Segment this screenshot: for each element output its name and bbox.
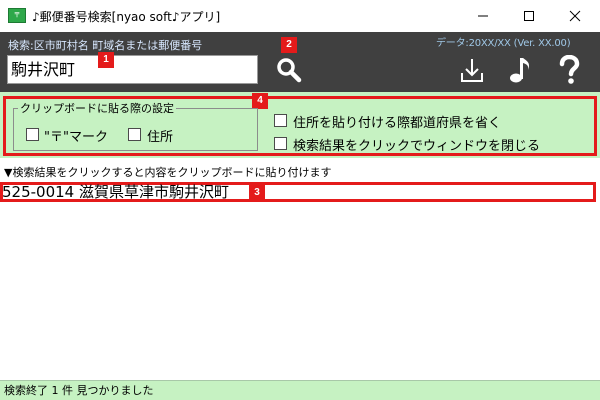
close-icon [569, 10, 581, 22]
address-checkbox-label: 住所 [147, 130, 174, 145]
close-button[interactable] [552, 0, 598, 32]
close-on-click-label: 検索結果をクリックでウィンドウを閉じる [293, 139, 541, 154]
search-input[interactable]: 駒井沢町 [7, 55, 258, 84]
clipboard-settings-title: クリップボードに貼る際の設定 [18, 100, 176, 116]
minimize-button[interactable] [460, 0, 506, 32]
maximize-button[interactable] [506, 0, 552, 32]
search-button[interactable] [273, 54, 305, 86]
omit-prefecture-checkbox[interactable] [274, 114, 287, 127]
download-icon [461, 59, 483, 82]
question-icon [559, 55, 580, 84]
help-button[interactable] [553, 54, 585, 86]
status-text: 検索終了 1 件 見つかりました [4, 384, 154, 397]
search-header: 検索:区市町村名 町域名または郵便番号 データ:20XX/XX (Ver. XX… [0, 32, 600, 92]
badge-3: 3 [249, 185, 265, 201]
close-on-click-checkbox[interactable] [274, 137, 287, 150]
mark-checkbox[interactable] [26, 128, 39, 141]
music-button[interactable] [504, 54, 536, 86]
omit-prefecture-label: 住所を貼り付ける際都道府県を省く [293, 116, 502, 131]
badge-2: 2 [281, 37, 297, 53]
title-bar: 〒 ♪郵便番号検索[nyao soft♪アプリ] [0, 0, 600, 32]
badge-4: 4 [252, 93, 268, 109]
music-note-icon [510, 58, 530, 83]
badge-1: 1 [98, 52, 114, 68]
address-checkbox[interactable] [128, 128, 141, 141]
minimize-icon [478, 15, 488, 17]
maximize-icon [524, 11, 534, 21]
result-item[interactable]: 525-0014 滋賀県草津市駒井沢町 [2, 183, 229, 201]
search-label: 検索:区市町村名 町域名または郵便番号 [8, 39, 203, 52]
download-button[interactable] [456, 54, 488, 86]
app-icon: 〒 [8, 8, 26, 23]
data-version: データ:20XX/XX (Ver. XX.00) [436, 38, 571, 49]
mark-checkbox-label: "〒"マーク [44, 130, 108, 145]
results-list[interactable] [0, 178, 600, 378]
search-icon [277, 58, 302, 83]
window-title: ♪郵便番号検索[nyao soft♪アプリ] [32, 10, 221, 24]
